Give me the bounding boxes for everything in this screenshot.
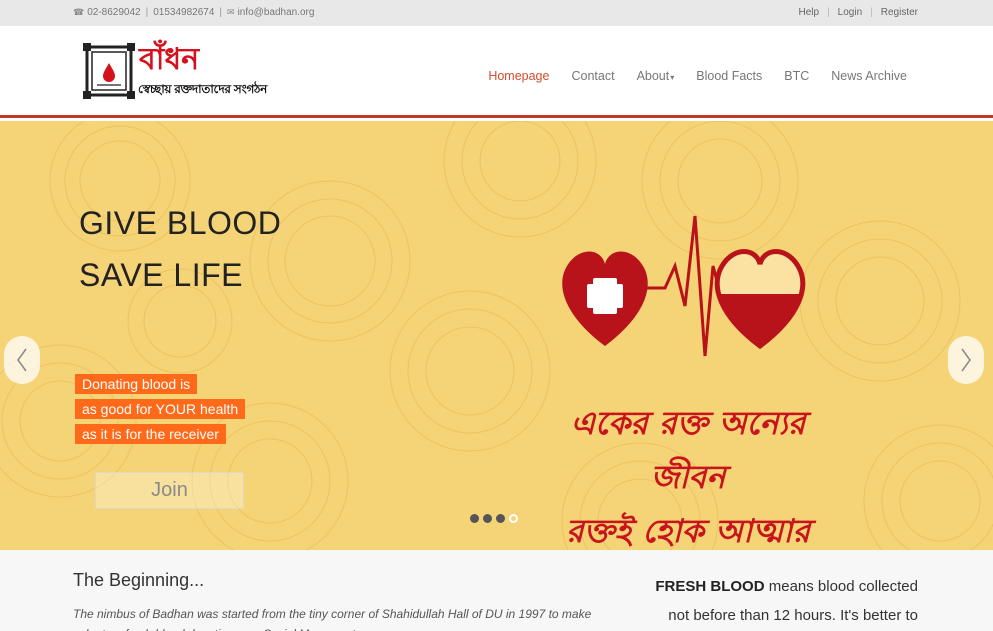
phone-number-2: 01534982674 bbox=[153, 7, 215, 18]
tagline-line: as it is for the receiver bbox=[75, 424, 226, 444]
carousel-dot[interactable] bbox=[483, 514, 492, 523]
account-links: Help | Login | Register bbox=[798, 7, 918, 18]
slogan-line-2: রক্তই হোক আত্মার বাঁধন bbox=[565, 512, 811, 550]
divider: | bbox=[870, 7, 873, 18]
contact-info: ☎ 02-8629042 | 01534982674 | ✉ info@badh… bbox=[73, 7, 314, 18]
nav-news-archive[interactable]: News Archive bbox=[831, 69, 907, 83]
fresh-blood-bold: FRESH BLOOD bbox=[655, 578, 765, 595]
divider: | bbox=[219, 7, 223, 18]
nav-homepage[interactable]: Homepage bbox=[488, 69, 549, 83]
carousel-dot-active[interactable] bbox=[509, 514, 518, 523]
divider: | bbox=[145, 7, 149, 18]
email-link[interactable]: info@badhan.org bbox=[238, 7, 315, 18]
content-section: The Beginning... The nimbus of Badhan wa… bbox=[0, 550, 993, 631]
brand-name: বাঁধন bbox=[139, 42, 200, 77]
chevron-left-icon bbox=[17, 348, 27, 372]
carousel-indicators bbox=[470, 514, 522, 523]
carousel-dot[interactable] bbox=[496, 514, 505, 523]
hero-headline: GIVE BLOOD SAVE LIFE bbox=[79, 197, 281, 301]
caret-down-icon: ▾ bbox=[670, 73, 675, 82]
nav-about[interactable]: About▾ bbox=[637, 69, 675, 83]
phone-number-1: 02-8629042 bbox=[87, 7, 141, 18]
join-button[interactable]: Join bbox=[95, 472, 244, 509]
badhan-emblem-icon bbox=[83, 43, 135, 99]
divider: | bbox=[827, 7, 830, 18]
hero-tagline: Donating blood is as good for YOUR healt… bbox=[75, 374, 246, 449]
fresh-blood-text: FRESH BLOOD means blood collected not be… bbox=[640, 572, 918, 631]
top-bar: ☎ 02-8629042 | 01534982674 | ✉ info@badh… bbox=[0, 0, 993, 26]
nav-blood-facts[interactable]: Blood Facts bbox=[696, 69, 762, 83]
headline-line-1: GIVE BLOOD bbox=[79, 205, 282, 241]
login-link[interactable]: Login bbox=[838, 7, 862, 18]
slogan-line-1: একের রক্ত অন্যের জীবন bbox=[570, 404, 806, 496]
tagline-line: as good for YOUR health bbox=[75, 399, 246, 419]
phone-icon: ☎ bbox=[73, 7, 85, 17]
site-logo[interactable]: বাঁধন স্বেচ্ছায় রক্তদাতাদের সংগঠন bbox=[83, 41, 267, 101]
carousel-dot[interactable] bbox=[470, 514, 479, 523]
carousel-prev-button[interactable] bbox=[4, 336, 40, 384]
headline-line-2: SAVE LIFE bbox=[79, 257, 243, 293]
help-link[interactable]: Help bbox=[798, 7, 819, 18]
nav-btc[interactable]: BTC bbox=[784, 69, 809, 83]
nav-contact[interactable]: Contact bbox=[571, 69, 614, 83]
envelope-icon: ✉ bbox=[227, 7, 235, 17]
hero-carousel: GIVE BLOOD SAVE LIFE Donating blood is a… bbox=[0, 121, 993, 550]
nav-about-label: About bbox=[636, 69, 670, 83]
carousel-next-button[interactable] bbox=[948, 336, 984, 384]
heart-heartbeat-illustration bbox=[562, 215, 806, 357]
register-link[interactable]: Register bbox=[881, 7, 918, 18]
main-nav: Homepage Contact About▾ Blood Facts BTC … bbox=[466, 69, 907, 83]
beginning-text: The nimbus of Badhan was started from th… bbox=[73, 607, 592, 631]
site-header: বাঁধন স্বেচ্ছায় রক্তদাতাদের সংগঠন Homep… bbox=[0, 26, 993, 118]
tagline-line: Donating blood is bbox=[75, 374, 198, 394]
beginning-title: The Beginning... bbox=[73, 570, 205, 590]
bangla-slogan: একের রক্ত অন্যের জীবন রক্তই হোক আত্মার ব… bbox=[538, 396, 838, 550]
brand-tagline: স্বেচ্ছায় রক্তদাতাদের সংগঠন bbox=[138, 82, 268, 96]
chevron-right-icon bbox=[961, 348, 971, 372]
